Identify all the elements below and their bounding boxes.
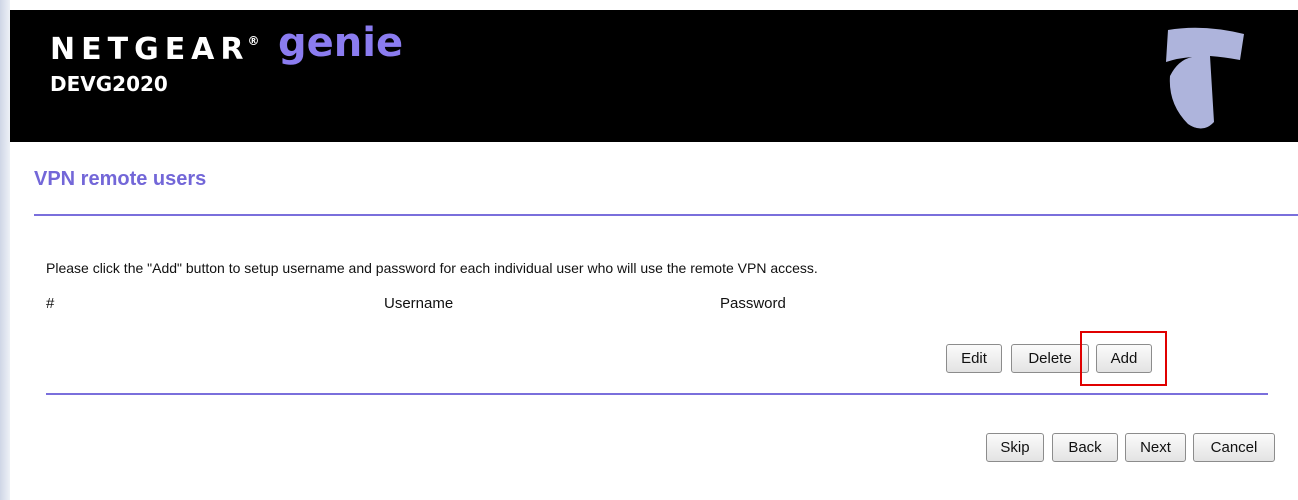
telstra-t-logo-icon	[1166, 27, 1244, 129]
page-left-edge	[0, 0, 10, 500]
column-header-username: Username	[384, 295, 454, 312]
edit-button[interactable]: Edit	[946, 344, 1002, 373]
actions-divider	[46, 393, 1268, 395]
delete-button[interactable]: Delete	[1011, 344, 1089, 373]
cancel-button[interactable]: Cancel	[1193, 433, 1275, 462]
back-button[interactable]: Back	[1052, 433, 1118, 462]
device-model: DEVG2020	[50, 72, 168, 96]
genie-logo: genie	[278, 20, 404, 66]
column-header-number: #	[46, 295, 55, 312]
next-button[interactable]: Next	[1125, 433, 1186, 462]
netgear-logo: NETGEAR®	[50, 32, 260, 67]
skip-button[interactable]: Skip	[986, 433, 1044, 462]
column-header-password: Password	[720, 295, 786, 312]
title-divider	[34, 214, 1298, 216]
instructions-text: Please click the "Add" button to setup u…	[46, 260, 818, 276]
header-banner: NETGEAR® genie DEVG2020	[10, 10, 1298, 142]
add-button-highlight	[1080, 331, 1167, 386]
page-title: VPN remote users	[34, 168, 207, 190]
